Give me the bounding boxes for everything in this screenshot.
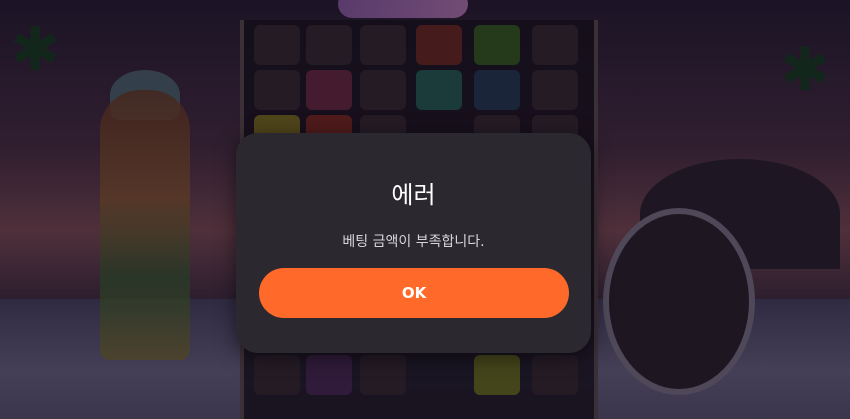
ok-button[interactable]: OK xyxy=(259,268,569,318)
dialog-title: 에러 xyxy=(391,181,436,209)
dialog-message: 베팅 금액이 부족합니다. xyxy=(342,234,485,250)
error-dialog: 에러 베팅 금액이 부족합니다. OK xyxy=(236,133,591,353)
